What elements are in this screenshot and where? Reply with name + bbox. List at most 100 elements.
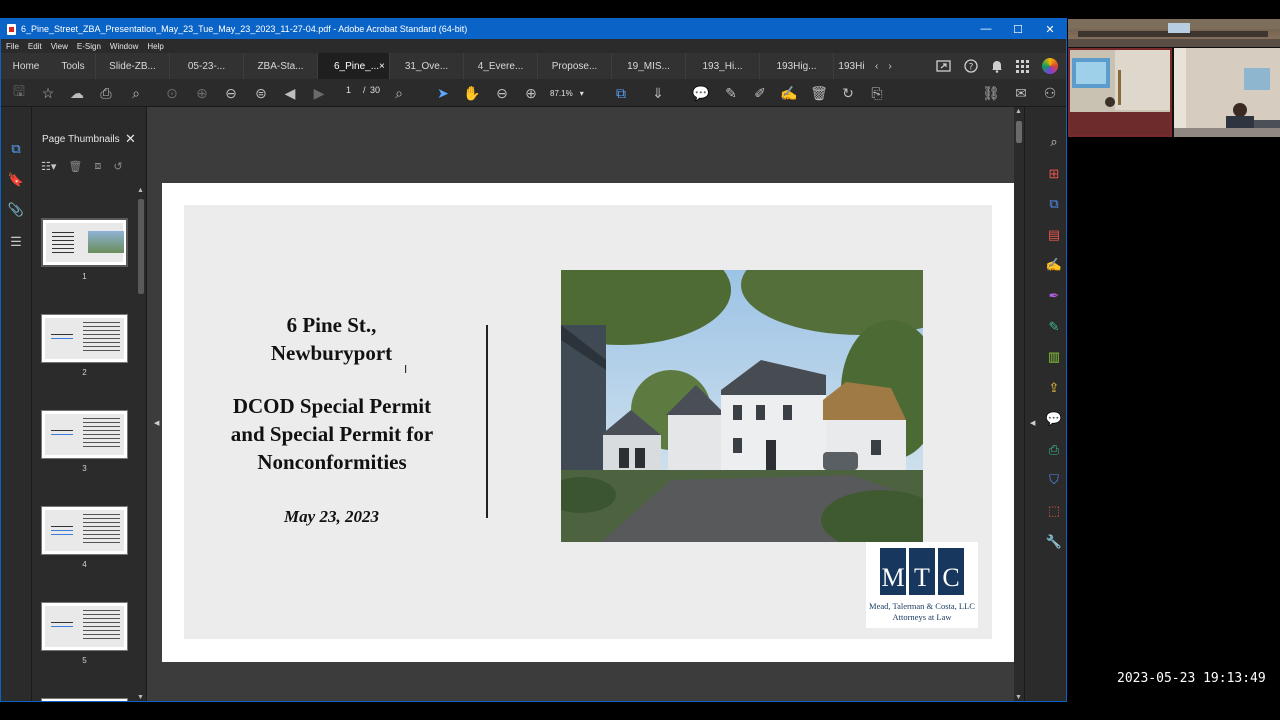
page-thumbnail[interactable] — [41, 506, 128, 555]
protect-shield-icon[interactable]: ⛉ — [1045, 471, 1063, 489]
delete-icon[interactable]: 🗑 — [809, 83, 829, 103]
layers-icon[interactable]: ☰ — [8, 234, 24, 250]
back-view-icon[interactable]: ◀ — [280, 83, 300, 103]
save-icon[interactable]: 🖫 — [9, 83, 29, 103]
collapse-left-panel-icon[interactable]: ◀ — [154, 419, 159, 427]
thumbnails-scrollbar[interactable]: ▲ ▼ — [136, 187, 146, 701]
page-thumbnail[interactable] — [41, 698, 128, 701]
export-pdf-icon[interactable]: ⎘ — [867, 83, 887, 103]
print-production-icon[interactable]: ⎙ — [1045, 441, 1063, 459]
next-page-icon[interactable]: ⊖ — [221, 83, 241, 103]
notification-bell-icon[interactable] — [991, 59, 1003, 73]
help-icon[interactable]: ? — [964, 59, 978, 73]
export-pdf-icon[interactable]: ⇪ — [1045, 379, 1063, 397]
bookmark-star-icon[interactable]: ☆ — [38, 83, 58, 103]
search-icon[interactable]: ⌕ — [1045, 133, 1063, 151]
tabs-scroll-right-icon[interactable]: › — [888, 61, 891, 72]
zoom-select[interactable]: 87.1% ▾ — [550, 85, 600, 101]
doc-tab[interactable]: 193Hi — [833, 53, 869, 79]
tab-tools[interactable]: Tools — [51, 53, 95, 79]
previous-page-icon[interactable]: ⊕ — [192, 83, 212, 103]
comment-icon[interactable]: 💬 — [691, 83, 711, 103]
page-thumbnail[interactable] — [41, 602, 128, 651]
menu-esign[interactable]: E-Sign — [77, 42, 101, 51]
first-page-icon[interactable]: ⊙ — [162, 83, 182, 103]
fit-page-icon[interactable]: ⧉ — [611, 83, 631, 103]
insert-page-icon[interactable]: ⧈ — [94, 160, 101, 173]
doc-tab[interactable]: 31_Ove... — [389, 53, 463, 79]
doc-tab[interactable]: Propose... — [537, 53, 611, 79]
delete-page-icon[interactable]: 🗑 — [68, 160, 82, 173]
organize-pages-icon[interactable]: ▤ — [1045, 226, 1063, 244]
doc-tab[interactable]: ZBA-Sta... — [243, 53, 317, 79]
scrollbar-thumb[interactable] — [1016, 121, 1022, 143]
scroll-up-icon[interactable]: ▲ — [137, 187, 144, 194]
combine-files-icon[interactable]: ⧉ — [1045, 195, 1063, 213]
compare-files-icon[interactable]: ▥ — [1045, 348, 1063, 366]
comment-tool-icon[interactable]: 💬 — [1045, 410, 1063, 428]
undo-icon[interactable]: ↺ — [113, 160, 122, 173]
document-scrollbar[interactable]: ▲ ▼ — [1014, 107, 1024, 701]
menu-view[interactable]: View — [51, 42, 68, 51]
search-people-icon[interactable]: ⚇ — [1040, 83, 1060, 103]
apps-grid-icon[interactable] — [1016, 59, 1029, 73]
bookmarks-icon[interactable]: 🔖 — [8, 172, 24, 188]
fill-sign-icon[interactable]: ✒ — [1045, 287, 1063, 305]
close-panel-button[interactable]: ✕ — [125, 131, 136, 147]
page-thumbnail[interactable] — [41, 314, 128, 363]
doc-tab-active[interactable]: 6_Pine_... × — [317, 53, 389, 79]
expand-panel-icon[interactable]: ⇥ — [1045, 695, 1063, 701]
draw-icon[interactable]: ✐ — [750, 83, 770, 103]
scrollbar-thumb[interactable] — [138, 199, 144, 294]
minimize-button[interactable]: — — [970, 19, 1002, 39]
page-thumbnail[interactable] — [41, 410, 128, 459]
menu-window[interactable]: Window — [110, 42, 138, 51]
email-icon[interactable]: ✉ — [1011, 83, 1031, 103]
collapse-right-panel-icon[interactable]: ◀ — [1030, 419, 1035, 427]
tabs-scroll-left-icon[interactable]: ‹ — [875, 61, 878, 72]
print-icon[interactable]: ⎙ — [96, 83, 116, 103]
zoom-in-icon[interactable]: ⊕ — [521, 83, 541, 103]
forward-view-icon[interactable]: ▶ — [309, 83, 329, 103]
menu-file[interactable]: File — [6, 42, 19, 51]
pdf-standards-icon[interactable]: ⬚ — [1045, 502, 1063, 520]
attachments-paperclip-icon[interactable]: 📎 — [8, 202, 24, 218]
upload-cloud-icon[interactable]: ☁ — [67, 83, 87, 103]
stamp-icon[interactable]: ✍ — [779, 83, 799, 103]
options-menu-icon[interactable]: ☷▾ — [41, 160, 56, 173]
scroll-up-icon[interactable]: ▲ — [1015, 108, 1022, 115]
rotate-icon[interactable]: ↻ — [838, 83, 858, 103]
menu-help[interactable]: Help — [147, 42, 163, 51]
doc-tab[interactable]: Slide-ZB... — [95, 53, 169, 79]
page-thumbnails-icon[interactable]: ⧉ — [8, 141, 24, 157]
highlight-pen-icon[interactable]: ✎ — [721, 83, 741, 103]
link-icon[interactable]: ⛓ — [981, 83, 1001, 103]
find-magnifier-icon[interactable]: ⌕ — [126, 83, 146, 103]
scroll-down-icon[interactable]: ▼ — [137, 694, 144, 701]
select-pointer-icon[interactable]: ➤ — [433, 83, 453, 103]
page-thumbnail[interactable] — [41, 218, 128, 267]
scroll-down-icon[interactable]: ▼ — [1015, 694, 1022, 701]
user-avatar[interactable] — [1042, 58, 1058, 74]
close-tab-button[interactable]: × — [379, 61, 385, 72]
share-screen-icon[interactable] — [936, 59, 951, 73]
doc-tab[interactable]: 193_Hi... — [685, 53, 759, 79]
create-pdf-icon[interactable]: ⊞ — [1045, 165, 1063, 183]
request-signature-icon[interactable]: ✍ — [1045, 256, 1063, 274]
current-page-field[interactable]: 1 — [346, 85, 351, 95]
doc-tab[interactable]: 19_MIS... — [611, 53, 685, 79]
scroll-mode-icon[interactable]: ⇓ — [648, 83, 668, 103]
doc-tab[interactable]: 05-23-... — [169, 53, 243, 79]
edit-pdf-icon[interactable]: ✎ — [1045, 318, 1063, 336]
doc-tab[interactable]: 4_Evere... — [463, 53, 537, 79]
tab-home[interactable]: Home — [1, 53, 51, 79]
document-view[interactable]: ◀ 6 Pine St., Newburyport DCOD Special P… — [147, 107, 1020, 701]
more-tools-wrench-icon[interactable]: 🔧 — [1045, 533, 1063, 551]
doc-tab[interactable]: 193Hig... — [759, 53, 833, 79]
zoom-out-icon[interactable]: ⊖ — [492, 83, 512, 103]
maximize-button[interactable]: ☐ — [1002, 19, 1034, 39]
page-search-icon[interactable]: ⌕ — [389, 83, 409, 103]
hand-tool-icon[interactable]: ✋ — [462, 83, 482, 103]
menu-edit[interactable]: Edit — [28, 42, 42, 51]
close-window-button[interactable]: ✕ — [1034, 19, 1066, 39]
